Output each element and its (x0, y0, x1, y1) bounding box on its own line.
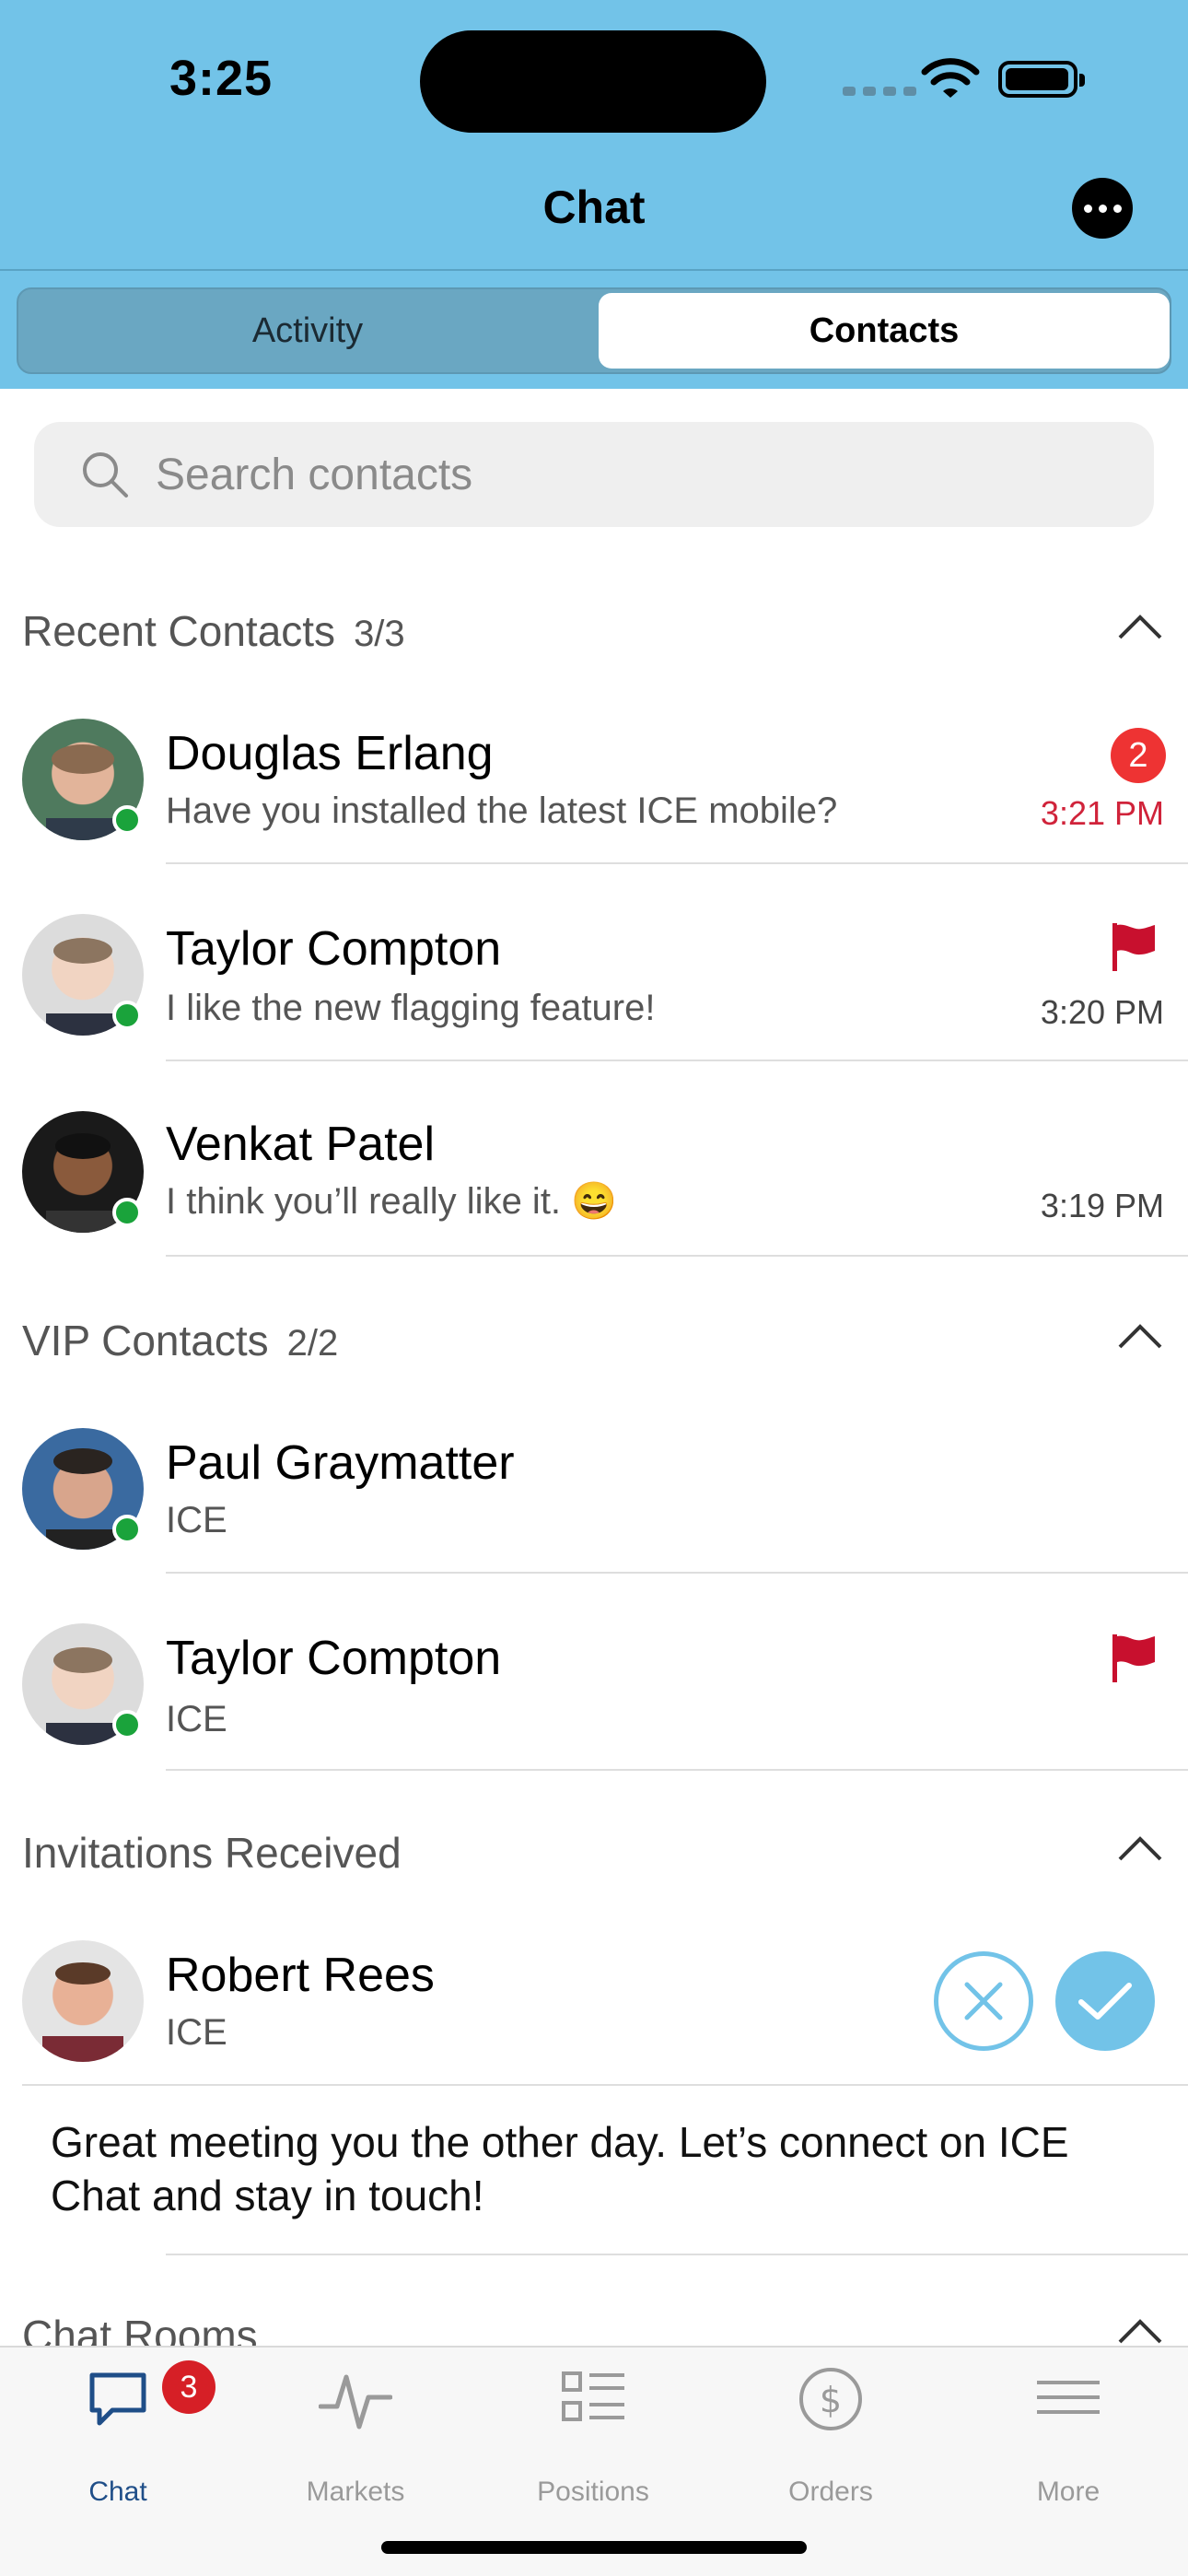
contact-name: Douglas Erlang (166, 727, 494, 780)
tab-chat[interactable]: 3 Chat (26, 2360, 215, 2507)
accept-invitation-button[interactable] (1055, 1951, 1155, 2051)
dollar-circle-icon: $ (799, 2368, 862, 2430)
invitation-row[interactable]: Robert Rees ICE (0, 1927, 1188, 2123)
contact-company: ICE (166, 1500, 227, 1540)
row-divider (166, 862, 1188, 864)
online-status-dot (112, 1001, 142, 1030)
chevron-up-icon[interactable] (1116, 1321, 1164, 1351)
tab-label: Orders (788, 2476, 873, 2507)
tab-positions[interactable]: Positions (501, 2366, 685, 2507)
last-message: I think you’ll really like it. 😄 (166, 1181, 617, 1222)
page-title: Chat (542, 181, 646, 233)
battery-icon (998, 61, 1085, 98)
message-time: 3:21 PM (1040, 794, 1164, 832)
home-indicator[interactable] (381, 2541, 807, 2554)
segmented-control: Activity Contacts (17, 287, 1171, 374)
unread-badge: 3 (162, 2360, 215, 2414)
header-divider (0, 269, 1188, 271)
online-status-dot (112, 805, 142, 835)
wifi-icon (921, 58, 980, 98)
row-divider (166, 1769, 1188, 1771)
section-count: 3/3 (354, 614, 405, 654)
row-divider (166, 1060, 1188, 1061)
close-icon (964, 1982, 1003, 2020)
more-options-button[interactable] (1072, 178, 1133, 239)
contact-row[interactable]: Douglas Erlang Have you installed the la… (0, 706, 1188, 901)
tab-label: More (1036, 2476, 1101, 2507)
contact-company: ICE (166, 1699, 227, 1739)
invitation-message: Great meeting you the other day. Let’s c… (51, 2118, 1069, 2219)
tab-activity[interactable]: Activity (22, 293, 593, 369)
contact-name: Taylor Compton (166, 922, 502, 976)
contact-row[interactable]: Paul Graymatter ICE (0, 1415, 1188, 1610)
activity-pulse-icon (319, 2374, 392, 2430)
contact-name: Paul Graymatter (166, 1436, 515, 1490)
contact-name: Taylor Compton (166, 1632, 502, 1685)
tab-label: Positions (537, 2476, 649, 2507)
tab-contacts[interactable]: Contacts (599, 293, 1170, 369)
message-time: 3:20 PM (1040, 993, 1164, 1031)
menu-icon (1037, 2381, 1100, 2414)
chevron-up-icon[interactable] (1116, 1833, 1164, 1863)
contact-row[interactable]: Venkat Patel I think you’ll really like … (0, 1098, 1188, 1294)
flag-icon (1112, 923, 1155, 971)
avatar (22, 1940, 144, 2062)
contact-row[interactable]: Taylor Compton I like the new flagging f… (0, 903, 1188, 1098)
row-divider (166, 2254, 1188, 2255)
online-status-dot (112, 1710, 142, 1739)
search-icon (83, 452, 128, 498)
online-status-dot (112, 1198, 142, 1227)
status-time: 3:25 (169, 51, 274, 106)
decline-invitation-button[interactable] (934, 1951, 1033, 2051)
list-icon (562, 2371, 624, 2421)
contact-name: Robert Rees (166, 1949, 435, 2002)
section-count: 2/2 (286, 1323, 339, 1364)
cellular-signal-icon (843, 87, 916, 96)
tab-markets[interactable]: Markets (263, 2366, 448, 2507)
online-status-dot (112, 1515, 142, 1544)
tab-label: Markets (306, 2476, 405, 2507)
chat-bubble-icon (89, 2372, 146, 2426)
chevron-up-icon[interactable] (1116, 612, 1164, 641)
checkmark-icon (1078, 1983, 1132, 2020)
chevron-up-icon[interactable] (1116, 2316, 1164, 2346)
invitations-header[interactable]: Invitations Received (22, 1821, 1164, 1894)
section-title: Invitations Received (22, 1829, 402, 1877)
contact-row[interactable]: Taylor Compton ICE (0, 1612, 1188, 1808)
vip-contacts-header[interactable]: VIP Contacts 2/2 (22, 1308, 1164, 1382)
tab-more[interactable]: More (976, 2366, 1160, 2507)
tab-orders[interactable]: $ Orders (739, 2366, 923, 2507)
message-time: 3:19 PM (1040, 1187, 1164, 1224)
row-divider (22, 2084, 1188, 2086)
last-message: I like the new flagging feature! (166, 988, 656, 1028)
row-divider (166, 1255, 1188, 1257)
contact-name: Venkat Patel (166, 1118, 435, 1171)
search-input[interactable] (156, 422, 1113, 527)
search-bar (34, 422, 1154, 527)
recent-contacts-header[interactable]: Recent Contacts 3/3 (22, 599, 1164, 673)
svg-text:$: $ (820, 2380, 842, 2420)
contact-company: ICE (166, 2012, 227, 2053)
row-divider (166, 1572, 1188, 1574)
dynamic-island (420, 30, 766, 133)
flag-icon (1112, 1634, 1155, 1682)
header: 3:25 Chat Activity Contacts (0, 0, 1188, 389)
section-title: Recent Contacts (22, 607, 336, 655)
tab-label: Chat (88, 2476, 147, 2507)
section-title: VIP Contacts (22, 1317, 269, 1364)
unread-badge: 2 (1111, 728, 1166, 783)
last-message: Have you installed the latest ICE mobile… (166, 790, 838, 831)
